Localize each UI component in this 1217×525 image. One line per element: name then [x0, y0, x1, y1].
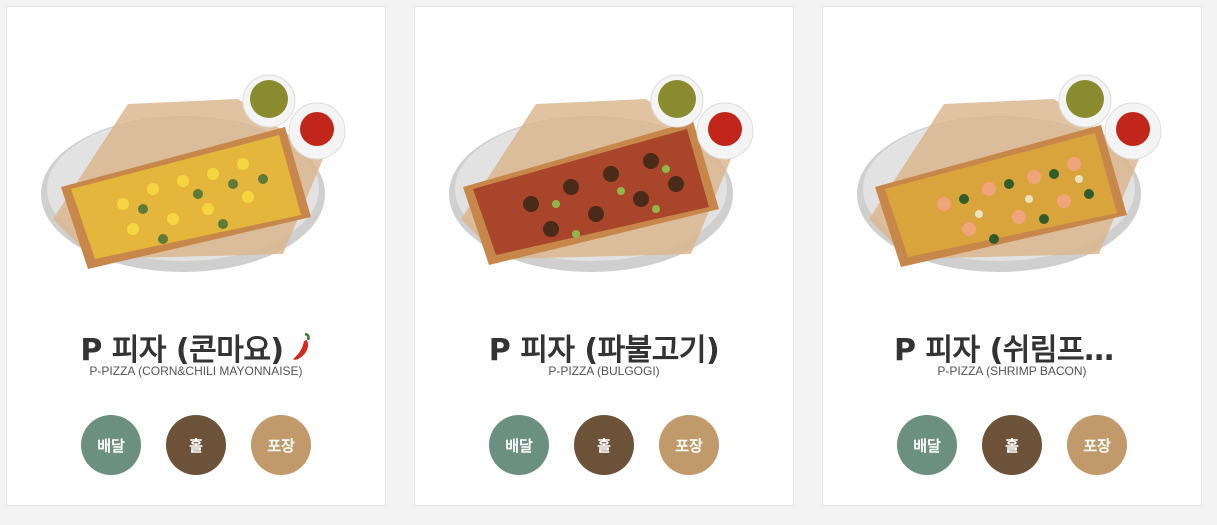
product-card[interactable]: P 피자 (쉬림프베이컨) P-PIZZA (SHRIMP BACON) 배달 … [822, 6, 1202, 506]
dine-in-button[interactable]: 홀 [574, 415, 634, 475]
product-grid: P 피자 (콘마요) P-PIZZA (CORN&CHILI MAYONNAIS… [0, 0, 1217, 525]
delivery-button[interactable]: 배달 [897, 415, 957, 475]
product-card[interactable]: P 피자 (콘마요) P-PIZZA (CORN&CHILI MAYONNAIS… [6, 6, 386, 506]
product-title[interactable]: P 피자 (쉬림프베이컨) [894, 325, 1130, 369]
pizza-image[interactable] [33, 69, 361, 281]
pizza-image[interactable] [441, 69, 769, 281]
order-options: 배달 홀 포장 [823, 415, 1201, 475]
dine-in-button[interactable]: 홀 [982, 415, 1042, 475]
dine-in-button[interactable]: 홀 [166, 415, 226, 475]
order-options: 배달 홀 포장 [7, 415, 385, 475]
delivery-button[interactable]: 배달 [489, 415, 549, 475]
product-title[interactable]: P 피자 (파불고기) [489, 325, 719, 369]
takeout-button[interactable]: 포장 [659, 415, 719, 475]
pizza-image[interactable] [849, 69, 1177, 281]
product-subtitle: P-PIZZA (CORN&CHILI MAYONNAISE) [89, 364, 303, 378]
order-options: 배달 홀 포장 [415, 415, 793, 475]
chili-pepper-icon [290, 332, 312, 362]
takeout-button[interactable]: 포장 [1067, 415, 1127, 475]
delivery-button[interactable]: 배달 [81, 415, 141, 475]
product-subtitle: P-PIZZA (BULGOGI) [548, 364, 660, 378]
product-title[interactable]: P 피자 (콘마요) [80, 325, 283, 369]
takeout-button[interactable]: 포장 [251, 415, 311, 475]
product-card[interactable]: P 피자 (파불고기) P-PIZZA (BULGOGI) 배달 홀 포장 [414, 6, 794, 506]
product-subtitle: P-PIZZA (SHRIMP BACON) [937, 364, 1087, 378]
